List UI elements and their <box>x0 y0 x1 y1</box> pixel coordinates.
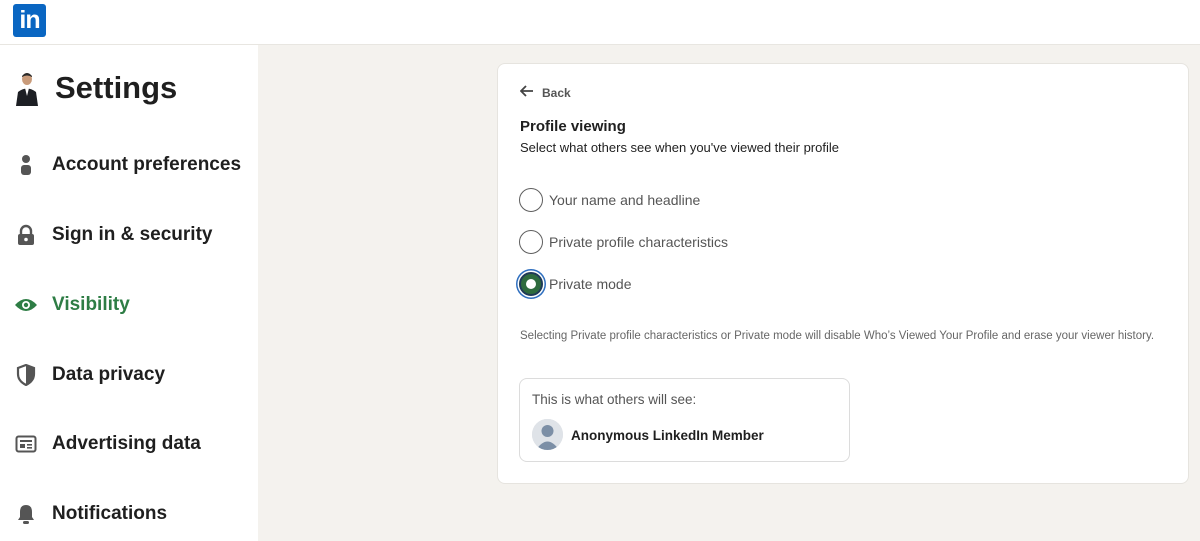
preview-title: This is what others will see: <box>532 392 697 407</box>
privacy-note: Selecting Private profile characteristic… <box>520 330 1155 342</box>
settings-sidebar: Settings Account preferences Sign in & s… <box>0 45 258 541</box>
sidebar-item-sign-in-security[interactable]: Sign in & security <box>0 210 258 260</box>
sidebar-item-label: Visibility <box>52 294 130 315</box>
option-private-mode[interactable]: Private mode <box>519 272 631 296</box>
sidebar-item-visibility[interactable]: Visibility <box>0 280 258 330</box>
profile-viewing-card: Back Profile viewing Select what others … <box>497 63 1189 484</box>
eye-icon <box>14 293 38 317</box>
section-subtitle: Select what others see when you've viewe… <box>520 140 839 155</box>
sidebar-item-label: Notifications <box>52 503 168 524</box>
arrow-left-icon <box>519 84 534 102</box>
page-title: Settings <box>55 70 178 105</box>
option-label: Your name and headline <box>549 192 701 208</box>
sidebar-item-label: Data privacy <box>52 364 166 385</box>
sidebar-item-label: Account preferences <box>52 154 242 175</box>
option-name-and-headline[interactable]: Your name and headline <box>519 188 700 212</box>
person-icon <box>14 153 38 177</box>
linkedin-logo[interactable]: in <box>13 4 46 37</box>
anonymous-member-name: Anonymous LinkedIn Member <box>571 428 764 443</box>
radio-button[interactable] <box>519 188 543 212</box>
settings-header: Settings <box>14 70 177 106</box>
anonymous-avatar-icon <box>532 419 563 450</box>
user-avatar[interactable] <box>14 70 40 106</box>
sidebar-item-data-privacy[interactable]: Data privacy <box>0 350 258 400</box>
preview-box: This is what others will see: Anonymous … <box>519 378 850 462</box>
radio-button-selected[interactable] <box>519 272 543 296</box>
radio-button[interactable] <box>519 230 543 254</box>
back-button[interactable]: Back <box>519 84 571 102</box>
shield-icon <box>14 363 38 387</box>
back-label: Back <box>542 86 571 100</box>
sidebar-item-label: Sign in & security <box>52 224 213 245</box>
bell-icon <box>14 502 38 526</box>
top-bar: in <box>0 0 1200 45</box>
sidebar-item-account-preferences[interactable]: Account preferences <box>0 140 258 190</box>
lock-icon <box>14 223 38 247</box>
option-label: Private mode <box>549 276 632 292</box>
section-title: Profile viewing <box>520 118 626 135</box>
sidebar-item-notifications[interactable]: Notifications <box>0 489 258 539</box>
sidebar-item-label: Advertising data <box>52 433 201 454</box>
option-private-profile-characteristics[interactable]: Private profile characteristics <box>519 230 728 254</box>
newspaper-icon <box>14 432 38 456</box>
sidebar-item-advertising-data[interactable]: Advertising data <box>0 419 258 469</box>
option-label: Private profile characteristics <box>549 234 728 250</box>
